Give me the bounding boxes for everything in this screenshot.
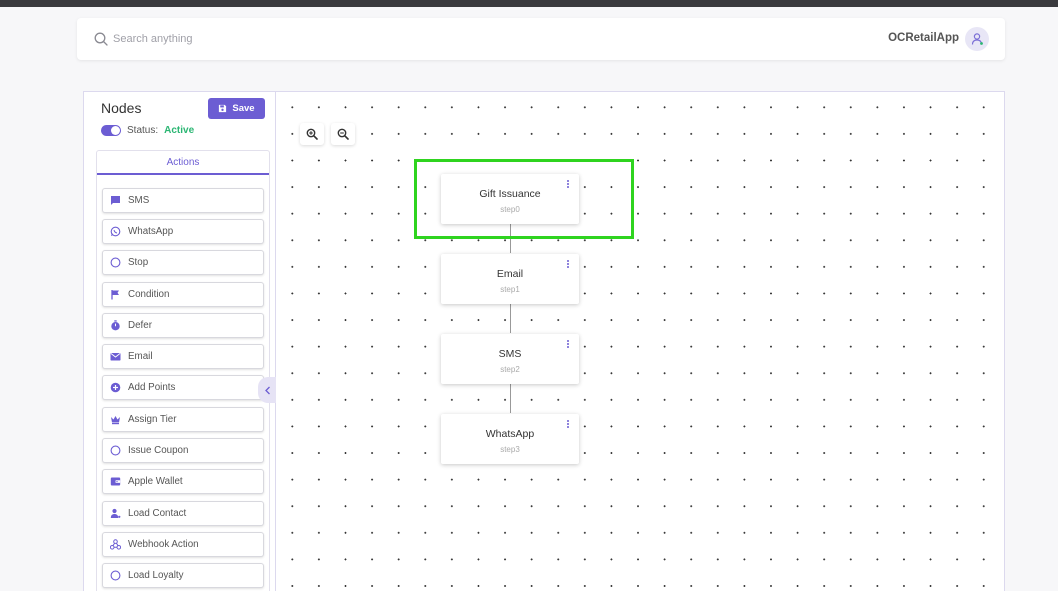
selected-node-highlight [414, 159, 634, 239]
action-item-sms[interactable]: SMS [102, 188, 264, 213]
wallet-icon [110, 476, 121, 487]
circle-icon [110, 445, 121, 456]
flow-node-step1[interactable]: Email step1 [441, 254, 579, 304]
crown-icon [110, 414, 121, 425]
action-item-label: Load Loyalty [128, 570, 184, 581]
connector-line [510, 384, 511, 413]
action-item-apple-wallet[interactable]: Apple Wallet [102, 469, 264, 494]
zoom-in-button[interactable] [300, 123, 324, 145]
message-icon [110, 195, 121, 206]
action-item-label: Issue Coupon [128, 445, 189, 456]
node-step-id: step2 [500, 365, 520, 374]
action-item-label: Email [128, 351, 153, 362]
top-bar [0, 0, 1058, 7]
action-item-assign-tier[interactable]: Assign Tier [102, 407, 264, 432]
action-item-label: Load Contact [128, 508, 187, 519]
circle-icon [110, 257, 121, 268]
app-name: OCRetailApp [888, 32, 959, 44]
action-item-label: Assign Tier [128, 414, 177, 425]
panel-title: Nodes [101, 100, 142, 116]
person-icon [110, 508, 121, 519]
action-item-email[interactable]: Email [102, 344, 264, 369]
action-item-defer[interactable]: Defer [102, 313, 264, 338]
action-item-issue-coupon[interactable]: Issue Coupon [102, 438, 264, 463]
action-item-whatsapp[interactable]: WhatsApp [102, 219, 264, 244]
action-item-label: Webhook Action [128, 539, 199, 550]
floppy-disk-icon [219, 104, 227, 113]
save-button[interactable]: Save [208, 98, 265, 119]
node-step-id: step3 [500, 445, 520, 454]
header-bar: OCRetailApp [77, 18, 1005, 60]
mail-icon [110, 351, 121, 362]
chevron-left-icon [264, 386, 270, 394]
flow-node-step2[interactable]: SMS step2 [441, 334, 579, 384]
zoom-out-icon [337, 128, 349, 140]
save-label: Save [232, 103, 255, 114]
action-item-stop[interactable]: Stop [102, 250, 264, 275]
action-item-label: WhatsApp [128, 226, 174, 237]
timer-icon [110, 320, 121, 331]
node-title: SMS [498, 348, 522, 360]
status-label: Status: [127, 125, 159, 136]
action-item-label: Add Points [128, 382, 176, 393]
flow-canvas[interactable]: Gift Issuance step0 Email step1 SMS step… [277, 92, 1005, 591]
avatar[interactable] [965, 27, 989, 51]
search-icon [94, 32, 108, 46]
status-toggle[interactable] [101, 125, 121, 136]
flow-node-step3[interactable]: WhatsApp step3 [441, 414, 579, 464]
tab-actions-label: Actions [166, 156, 200, 168]
action-item-label: Apple Wallet [128, 476, 183, 487]
action-item-label: Condition [128, 289, 170, 300]
plus-circle-icon [110, 382, 121, 393]
action-item-load-loyalty[interactable]: Load Loyalty [102, 563, 264, 588]
zoom-out-button[interactable] [331, 123, 355, 145]
action-item-condition[interactable]: Condition [102, 282, 264, 307]
nodes-panel: Nodes Save Status: Active Actions SMS Wh… [84, 92, 276, 591]
node-title: WhatsApp [485, 428, 535, 440]
webhook-icon [110, 539, 121, 550]
status-value: Active [164, 125, 195, 136]
action-item-add-points[interactable]: Add Points [102, 375, 264, 400]
whatsapp-icon [110, 226, 121, 237]
user-icon [971, 33, 983, 45]
connector-line [510, 304, 511, 333]
action-item-label: Stop [128, 257, 149, 268]
action-item-label: SMS [128, 195, 150, 206]
node-title: Email [496, 268, 524, 280]
circle-icon [110, 570, 121, 581]
search-input[interactable] [113, 29, 413, 49]
action-item-label: Defer [128, 320, 152, 331]
collapse-panel-button[interactable] [258, 377, 276, 403]
flag-icon [110, 289, 121, 300]
node-step-id: step1 [500, 285, 520, 294]
actions-list: Actions SMS WhatsApp Stop Condition Defe… [96, 150, 270, 591]
status-row: Status: Active [101, 125, 194, 136]
action-item-webhook-action[interactable]: Webhook Action [102, 532, 264, 557]
tab-actions[interactable]: Actions [97, 151, 269, 175]
action-item-load-contact[interactable]: Load Contact [102, 501, 264, 526]
zoom-in-icon [306, 128, 318, 140]
workflow-editor: Nodes Save Status: Active Actions SMS Wh… [83, 91, 1005, 591]
